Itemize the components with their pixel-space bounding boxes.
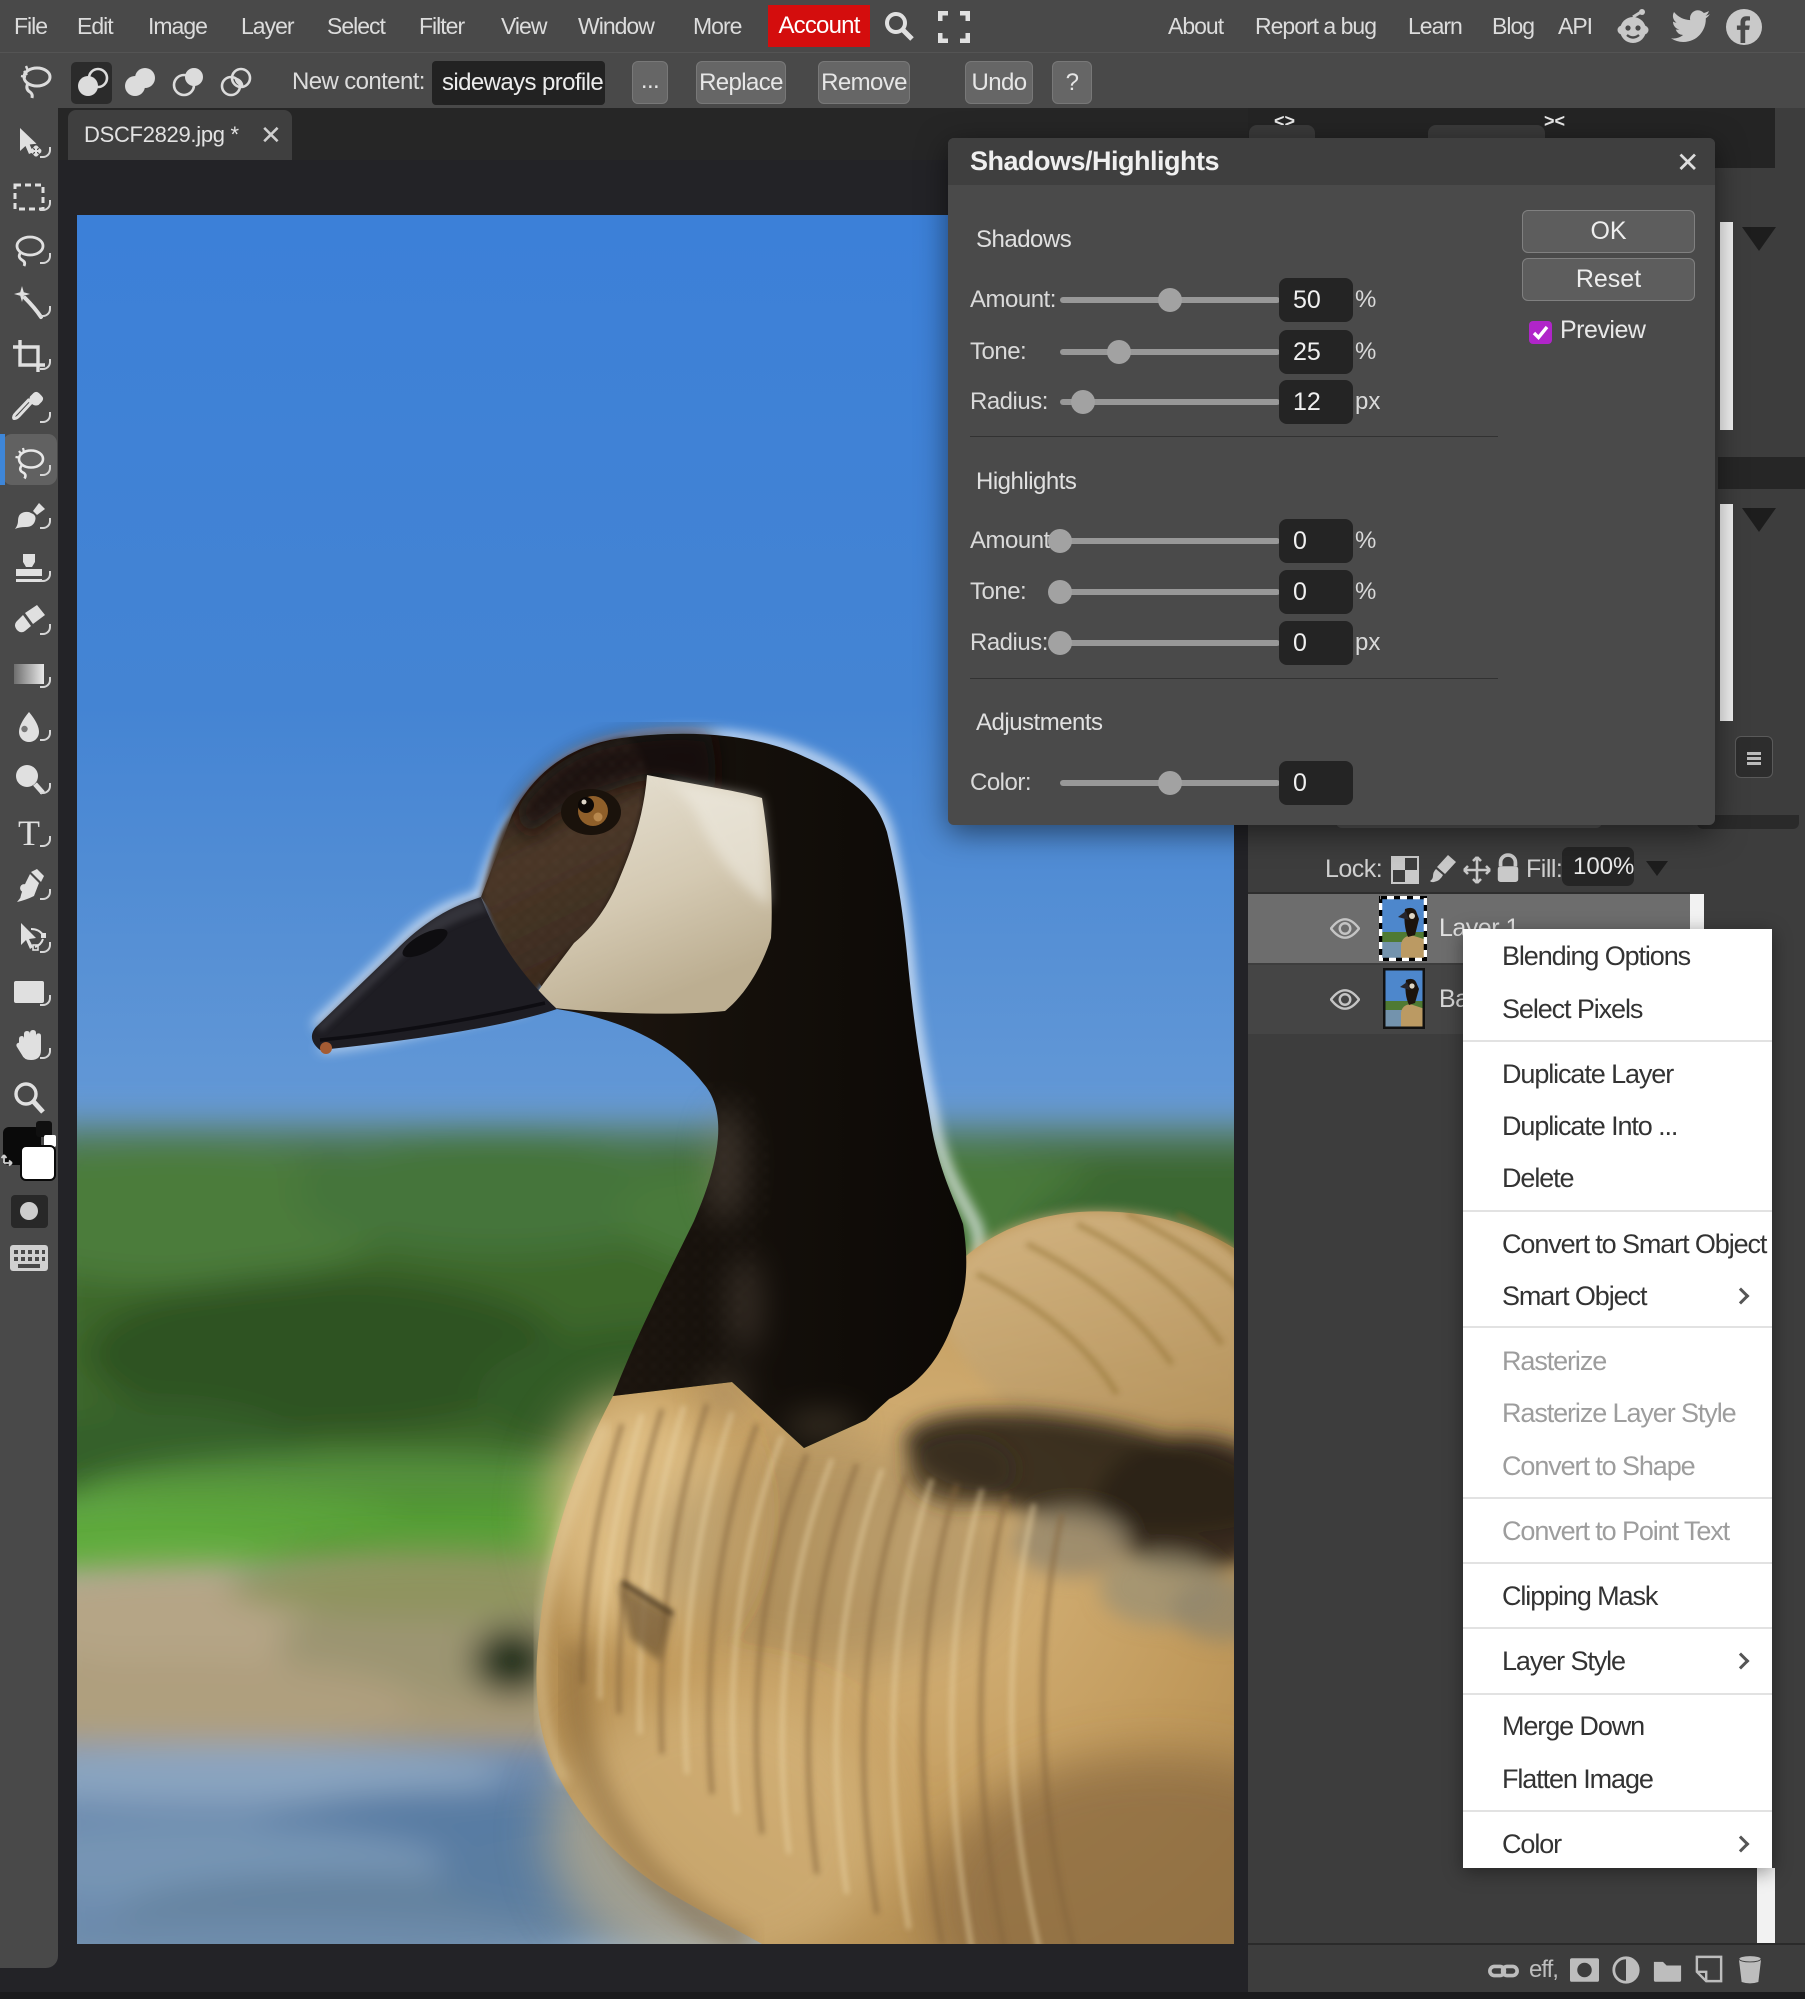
svg-text:T: T <box>18 815 40 851</box>
